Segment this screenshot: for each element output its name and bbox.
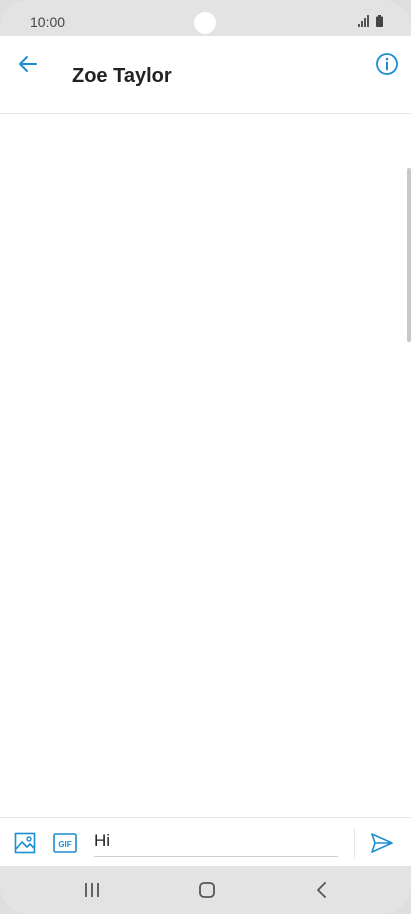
back-arrow-icon bbox=[19, 56, 37, 72]
info-button[interactable] bbox=[373, 50, 401, 78]
phone-frame: 10:00 Zoe Taylor GIF Hi bbox=[0, 0, 411, 914]
system-back-button[interactable] bbox=[308, 878, 336, 902]
status-icons bbox=[358, 15, 383, 27]
messaging-screen: Zoe Taylor GIF Hi bbox=[0, 36, 411, 867]
home-icon bbox=[199, 882, 215, 898]
info-icon bbox=[376, 53, 398, 75]
back-button[interactable] bbox=[14, 50, 42, 78]
conversation-header: Zoe Taylor bbox=[0, 36, 411, 114]
attach-image-button[interactable] bbox=[12, 830, 38, 856]
message-input[interactable] bbox=[94, 826, 338, 857]
message-composer: GIF bbox=[0, 817, 411, 867]
send-icon bbox=[371, 833, 393, 853]
gif-icon-label: GIF bbox=[58, 840, 71, 849]
gif-icon: GIF bbox=[53, 833, 77, 853]
image-icon bbox=[14, 832, 36, 854]
signal-icon bbox=[358, 15, 369, 27]
gif-button[interactable]: GIF bbox=[52, 830, 78, 856]
system-navigation-bar bbox=[0, 866, 411, 914]
contact-name: Zoe Taylor bbox=[72, 65, 172, 87]
back-icon bbox=[317, 882, 326, 898]
recents-button[interactable] bbox=[78, 878, 106, 902]
status-time: 10:00 bbox=[30, 14, 66, 30]
scrollbar[interactable] bbox=[407, 168, 411, 342]
home-button[interactable] bbox=[193, 878, 221, 902]
message-list[interactable] bbox=[0, 114, 411, 817]
battery-icon bbox=[376, 15, 383, 27]
front-camera bbox=[194, 12, 216, 34]
send-button[interactable] bbox=[368, 829, 396, 857]
composer-divider bbox=[354, 828, 355, 858]
status-bar: 10:00 bbox=[0, 0, 411, 36]
recents-icon bbox=[85, 883, 99, 897]
